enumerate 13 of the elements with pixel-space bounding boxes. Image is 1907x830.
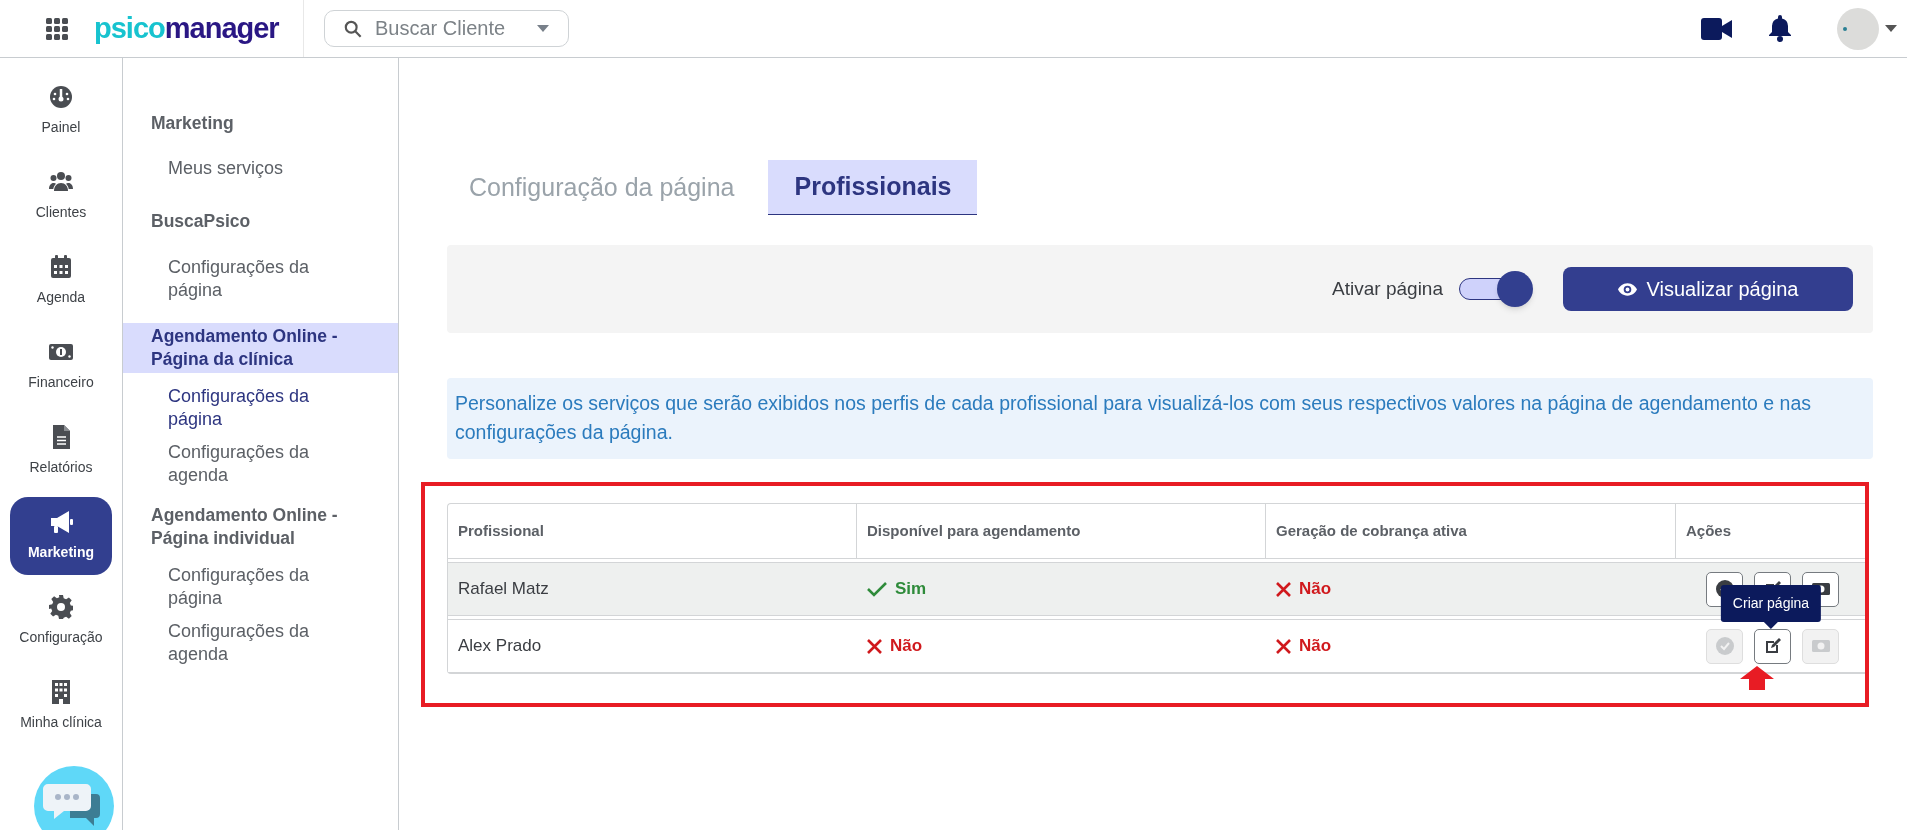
column-header: Profissional — [448, 504, 857, 558]
column-header: Geração de cobrança ativa — [1266, 504, 1676, 558]
tooltip: Criar página — [1720, 585, 1822, 629]
column-header: Ações — [1685, 520, 1733, 541]
table-cell-text: Rafael Matz — [457, 578, 550, 601]
status-cell: Não — [1266, 563, 1676, 615]
toggle-label: Ativar página — [1332, 276, 1443, 301]
status-cell: Não — [857, 620, 1266, 672]
table-cell-text: Alex Prado — [457, 635, 543, 658]
info-message: Personalize os serviços que serão exibidos nos perfis de cada profissional para visualizá-los com seus respectivos valores na página de agendamento e nas configurações da página. — [447, 378, 1873, 459]
column-header: Disponível para agendamento — [857, 504, 1266, 558]
status-cell: Sim — [857, 563, 1266, 615]
status-cell: Não — [1266, 620, 1676, 672]
